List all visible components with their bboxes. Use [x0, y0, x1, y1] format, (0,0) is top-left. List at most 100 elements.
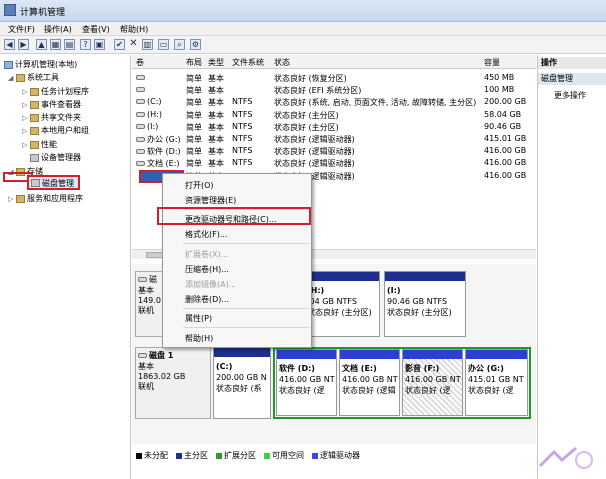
disk-1-label[interactable]: 磁盘 1 基本 1863.02 GB 联机: [135, 347, 211, 419]
partition-e[interactable]: 文档 (E:) 416.00 GB NT 状态良好 (逻辑: [339, 349, 400, 416]
volume-cell: NTFS: [232, 109, 253, 119]
volume-cell: 状态良好 (系统, 启动, 页面文件, 活动, 故障转储, 主分区): [274, 98, 477, 108]
volume-row[interactable]: 简单 基本 状态良好 (EFI 系统分区) 100 MB: [132, 84, 536, 96]
disk-1-type: 基本: [138, 362, 154, 371]
volume-cell: 基本: [208, 147, 224, 157]
partition-g[interactable]: 办公 (G:) 415.01 GB NT 状态良好 (逻: [465, 349, 528, 416]
tree-local-users[interactable]: ▷ 本地用户和组: [22, 125, 89, 136]
tree-shared-folders[interactable]: ▷ 共享文件夹: [22, 112, 81, 123]
tree-root[interactable]: 计算机管理(本地): [4, 59, 77, 70]
volume-cell: 200.00 GB: [484, 97, 527, 107]
volume-cell: 416.00 GB: [484, 146, 527, 156]
col-layout[interactable]: 布局: [186, 57, 202, 68]
col-capacity[interactable]: 容量: [484, 57, 500, 68]
device-icon: [30, 153, 39, 162]
tree-system-tools[interactable]: ◢ 系统工具: [8, 72, 59, 83]
forward-icon[interactable]: ▶: [18, 39, 29, 50]
volume-icon: [136, 137, 145, 142]
volume-icon: [136, 161, 145, 167]
volume-cell: 简单: [186, 98, 202, 108]
computer-icon: [4, 60, 13, 69]
volume-cell: 状态良好 (主分区): [274, 122, 339, 132]
menu-bar: 文件(F) 操作(A) 查看(V) 帮助(H): [0, 22, 606, 36]
volume-cell: 90.46 GB: [484, 121, 522, 131]
col-status[interactable]: 状态: [274, 57, 290, 68]
ctx-add-mirror[interactable]: 添加镜像(A)...: [185, 279, 236, 290]
ctx-format[interactable]: 格式化(F)...: [185, 229, 227, 240]
tree-task-scheduler[interactable]: ▷ 任务计划程序: [22, 86, 89, 97]
volume-cell: 100 MB: [484, 85, 515, 95]
copy-icon[interactable]: ▥: [142, 39, 153, 50]
menu-view[interactable]: 查看(V): [82, 24, 110, 35]
volume-cell: NTFS: [232, 146, 253, 156]
volume-cell: 文档 (E:): [147, 159, 180, 169]
volume-cell: NTFS: [232, 97, 253, 107]
volume-row[interactable]: (I:) 简单 基本 NTFS 状态良好 (主分区) 90.46 GB: [132, 121, 536, 133]
partition-f[interactable]: 影音 (F:) 416.00 GB NT 状态良好 (逻: [402, 349, 463, 416]
services-icon: [16, 194, 25, 203]
partition-d[interactable]: 软件 (D:) 416.00 GB NT 状态良好 (逻: [276, 349, 337, 416]
watermark-logo: [538, 446, 593, 469]
volume-cell: 简单: [186, 135, 202, 144]
ctx-extend-volume[interactable]: 扩展卷(X)...: [185, 249, 228, 260]
tree-disk-management[interactable]: 磁盘管理: [27, 175, 80, 190]
tree-event-viewer[interactable]: ▷ 事件查看器: [22, 99, 81, 110]
help-icon[interactable]: ?: [80, 39, 91, 50]
volume-row[interactable]: 办公 (G:) 简单 基本 NTFS 状态良好 (逻辑驱动器) 415.01 GB: [132, 133, 536, 145]
volume-name: 办公 (G:): [136, 134, 181, 145]
more-actions-link[interactable]: 更多操作: [554, 90, 586, 101]
volume-cell: 状态良好 (主分区): [274, 110, 339, 120]
view-icon[interactable]: ▣: [94, 39, 105, 50]
col-filesystem[interactable]: 文件系统: [232, 57, 264, 68]
volume-row[interactable]: (C:) 简单 基本 NTFS 状态良好 (系统, 启动, 页面文件, 活动, 故障转储…: [132, 96, 536, 108]
menu-help[interactable]: 帮助(H): [120, 24, 148, 35]
ctx-shrink-volume[interactable]: 压缩卷(H)...: [185, 264, 229, 275]
actions-header: 操作: [538, 57, 606, 69]
volume-row[interactable]: 软件 (D:) 简单 基本 NTFS 状态良好 (逻辑驱动器) 416.00 GB: [132, 145, 536, 157]
search-icon[interactable]: ⌕: [174, 39, 185, 50]
properties-icon[interactable]: ▤: [64, 39, 75, 50]
ctx-open[interactable]: 打开(O): [185, 180, 214, 191]
check-icon[interactable]: ✔: [114, 39, 125, 50]
col-volume[interactable]: 卷: [136, 57, 144, 68]
back-icon[interactable]: ◀: [4, 39, 15, 50]
volume-cell: 软件 (D:): [147, 147, 181, 157]
tools-icon: [16, 73, 25, 82]
actions-section[interactable]: 磁盘管理: [538, 73, 606, 85]
volume-cell: 状态良好 (逻辑驱动器): [274, 135, 355, 144]
delete-icon[interactable]: ✕: [128, 39, 139, 50]
volume-cell: 基本: [208, 98, 224, 108]
menu-action[interactable]: 操作(A): [44, 24, 72, 35]
menu-file[interactable]: 文件(F): [8, 24, 35, 35]
volume-icon: [136, 149, 145, 155]
ctx-help[interactable]: 帮助(H): [185, 333, 213, 344]
title-bar: 计算机管理: [0, 0, 606, 22]
settings-icon[interactable]: ⚙: [190, 39, 201, 50]
partition-c[interactable]: (C:) 200.00 GB N 状态良好 (系: [213, 347, 271, 419]
partition-h[interactable]: (H:) .04 GB NTFS 状态良好 (主分区): [304, 271, 380, 337]
volume-cell: 简单: [186, 74, 202, 83]
volume-row[interactable]: 简单 基本 状态良好 (恢复分区) 450 MB: [132, 72, 536, 84]
volume-cell: 简单: [186, 110, 202, 120]
partition-i[interactable]: (I:) 90.46 GB NTFS 状态良好 (主分区): [384, 271, 466, 337]
show-tree-icon[interactable]: ▦: [50, 39, 61, 50]
volume-name: (H:): [136, 110, 162, 119]
tree-device-manager[interactable]: 设备管理器: [30, 152, 81, 163]
tree-performance[interactable]: ▷ 性能: [22, 139, 57, 150]
tree-services[interactable]: ▷ 服务和应用程序: [8, 193, 83, 204]
change-letter-highlight: [157, 207, 311, 225]
users-icon: [30, 126, 39, 135]
ctx-properties[interactable]: 属性(P): [185, 313, 212, 324]
volume-cell: 基本: [208, 135, 224, 144]
volume-cell: 基本: [208, 74, 224, 83]
folder-icon[interactable]: ▭: [158, 39, 169, 50]
volume-cell: 415.01 GB: [484, 134, 527, 143]
ctx-delete-volume[interactable]: 删除卷(D)...: [185, 294, 229, 305]
col-type[interactable]: 类型: [208, 57, 224, 68]
performance-icon: [30, 140, 39, 149]
up-folder-icon[interactable]: ▲: [36, 39, 47, 50]
volume-cell: (H:): [147, 109, 162, 119]
volume-row[interactable]: 文档 (E:) 简单 基本 NTFS 状态良好 (逻辑驱动器) 416.00 GB: [132, 157, 536, 169]
ctx-explore[interactable]: 资源管理器(E): [185, 195, 236, 206]
volume-row[interactable]: (H:) 简单 基本 NTFS 状态良好 (主分区) 58.04 GB: [132, 109, 536, 121]
